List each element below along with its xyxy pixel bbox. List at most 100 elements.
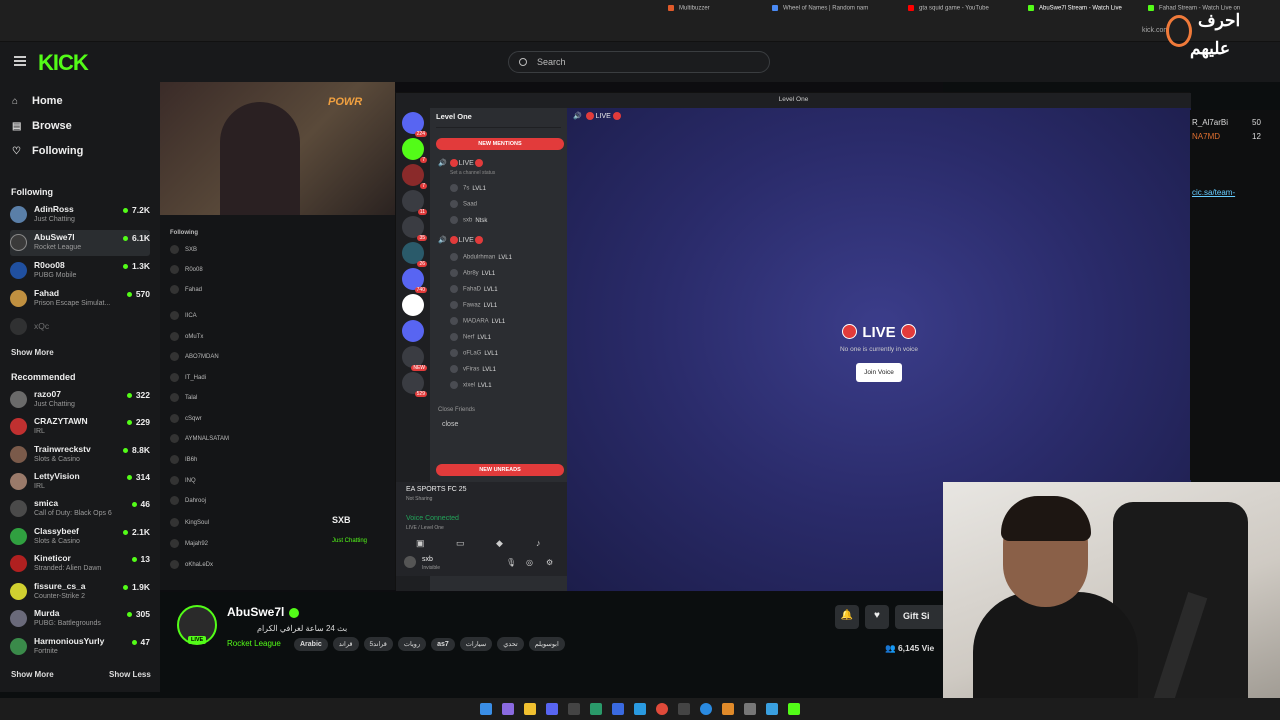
settings-icon[interactable] — [744, 703, 756, 715]
voice-user[interactable]: Saad — [450, 200, 480, 208]
chat-username[interactable]: R_Al7arBi — [1192, 118, 1228, 127]
show-more-recommended-button[interactable]: Show More — [11, 670, 54, 679]
chrome-icon[interactable] — [656, 703, 668, 715]
chat-username[interactable]: NA7MD — [1192, 132, 1220, 141]
voice-user[interactable]: vFiras LVL1 — [450, 365, 496, 373]
start-menu-icon[interactable] — [480, 703, 492, 715]
tag-pill[interactable]: as7 — [431, 638, 455, 651]
hamburger-menu-icon[interactable] — [14, 56, 26, 66]
tag-pill[interactable]: قراند5 — [363, 637, 393, 651]
voice-user[interactable]: Abdulrhman LVL1 — [450, 253, 512, 261]
taskbar-app-icon[interactable] — [568, 703, 580, 715]
microphone-icon[interactable]: 🎙 — [506, 558, 516, 567]
settings-gear-icon[interactable]: ⚙ — [546, 558, 553, 567]
sidebar-channel-trainwreckstv[interactable]: Trainwreckstv Slots & Casino 8.8K — [10, 442, 150, 468]
sidebar-channel-classybeef[interactable]: Classybeef Slots & Casino 2.1K — [10, 524, 150, 550]
voice-user[interactable]: MADARA LVL1 — [450, 317, 505, 325]
camera-icon[interactable]: ▣ — [416, 538, 425, 549]
show-more-following-button[interactable]: Show More — [11, 348, 54, 357]
taskbar-app-icon[interactable] — [766, 703, 778, 715]
server-icon[interactable] — [402, 294, 424, 316]
sidebar-channel-adinross[interactable]: AdinRoss Just Chatting 7.2K — [10, 202, 150, 228]
discord-taskbar-icon[interactable] — [546, 703, 558, 715]
voice-channel-live-2[interactable]: 🔊 LIVE — [438, 236, 484, 245]
voice-user[interactable]: FahaD LVL1 — [450, 285, 498, 293]
server-icon[interactable]: 26 — [402, 242, 427, 267]
voice-channel-close[interactable]: close — [442, 421, 458, 428]
new-unreads-badge[interactable]: NEW UNREADS — [436, 464, 564, 476]
taskbar-app-icon[interactable] — [502, 703, 514, 715]
browser-tab[interactable]: gta squid game - YouTube — [908, 5, 989, 12]
discord-home-icon[interactable]: 224 — [402, 112, 427, 137]
taskbar-app-icon[interactable] — [612, 703, 624, 715]
show-less-button[interactable]: Show Less — [109, 670, 151, 679]
tag-pill[interactable]: Arabic — [294, 638, 328, 651]
taskbar-app-icon[interactable] — [678, 703, 690, 715]
tag-pill[interactable]: رويات — [397, 637, 427, 651]
server-icon[interactable]: NEW — [402, 346, 427, 371]
server-icon[interactable]: 740 — [402, 268, 427, 293]
sidebar-channel-harmoniousyurly[interactable]: HarmoniousYurly Fortnite 47 — [10, 634, 150, 660]
tag-pill[interactable]: قراند — [332, 637, 359, 651]
tag-pill[interactable]: تحدي — [497, 637, 524, 651]
stream-category-link[interactable]: Rocket League — [227, 639, 281, 648]
sidebar-channel-crazytawn[interactable]: CRAZYTAWN IRL 229 — [10, 414, 150, 440]
new-mentions-badge[interactable]: NEW MENTIONS — [436, 138, 564, 150]
server-icon[interactable]: 7 — [402, 164, 427, 189]
join-voice-button[interactable]: Join Voice — [856, 363, 902, 382]
voice-user[interactable]: Nerf LVL1 — [450, 333, 491, 341]
voice-user[interactable]: Fawaz LVL1 — [450, 301, 497, 309]
taskbar-app-icon[interactable] — [634, 703, 646, 715]
browser-tab-active[interactable]: AbuSwe7l Stream - Watch Live — [1028, 5, 1122, 12]
category-close-friends[interactable]: Close Friends — [438, 407, 475, 413]
chat-link[interactable]: cic.sa/team- — [1192, 188, 1235, 197]
sidebar-channel-kineticor[interactable]: Kineticor Stranded: Alien Dawn 13 — [10, 551, 150, 577]
activity-icon[interactable]: ◆ — [496, 538, 503, 549]
voice-connected-status[interactable]: Voice Connected — [406, 515, 459, 522]
sidebar-channel-fahad[interactable]: Fahad Prison Escape Simulat... 570 — [10, 286, 150, 312]
sidebar-channel-lettyvision[interactable]: LettyVision IRL 314 — [10, 469, 150, 495]
sidebar-channel-r0oo08[interactable]: R0oo08 PUBG Mobile 1.3K — [10, 258, 150, 284]
voice-user[interactable]: oFLaG LVL1 — [450, 349, 498, 357]
server-icon[interactable]: 35 — [402, 216, 427, 241]
search-input[interactable]: Search — [508, 51, 770, 73]
address-bar[interactable]: kick.com — [0, 20, 1280, 42]
server-icon[interactable]: 529 — [402, 372, 427, 397]
user-avatar[interactable] — [404, 556, 416, 568]
server-icon[interactable]: 11 — [402, 190, 427, 215]
gift-subs-button[interactable]: Gift Si — [895, 605, 943, 629]
tag-pill[interactable]: ابوسويلم — [528, 637, 565, 651]
streamer-name[interactable]: AbuSwe7l — [227, 605, 300, 619]
screen-share-icon[interactable]: ▭ — [456, 538, 465, 549]
edge-icon[interactable] — [700, 703, 712, 715]
browser-tab[interactable]: Wheel of Names | Random nam — [772, 5, 868, 12]
follow-heart-icon[interactable]: ♥ — [865, 605, 889, 629]
server-name[interactable]: Level One — [436, 112, 561, 128]
sidebar-channel-smica[interactable]: smica Call of Duty: Black Ops 6 46 — [10, 496, 150, 522]
taskbar-app-icon[interactable] — [722, 703, 734, 715]
browser-tab[interactable]: Multibuzzer — [668, 5, 710, 12]
voice-channel-live-1[interactable]: 🔊 LIVE — [438, 159, 484, 168]
notification-bell-icon[interactable]: 🔔 — [835, 605, 859, 629]
tag-pill[interactable]: سيارات — [459, 637, 493, 651]
file-explorer-icon[interactable] — [524, 703, 536, 715]
channel-status[interactable]: Set a channel status — [450, 170, 495, 176]
taskbar-app-icon[interactable] — [590, 703, 602, 715]
nav-home[interactable]: ⌂ Home — [12, 95, 63, 107]
sidebar-channel-xqc[interactable]: xQc — [10, 314, 150, 340]
sidebar-channel-fissure[interactable]: fissure_cs_a Counter-Strike 2 1.9K — [10, 579, 150, 605]
sidebar-channel-abuswe7l[interactable]: AbuSwe7l Rocket League 6.1K — [10, 230, 150, 256]
voice-user[interactable]: 7s LVL1 — [450, 184, 486, 192]
server-icon[interactable]: 7 — [402, 138, 427, 163]
kick-logo[interactable]: KICK — [38, 50, 89, 76]
voice-user[interactable]: Abr8y LVL1 — [450, 269, 495, 277]
sidebar-channel-razo07[interactable]: razo07 Just Chatting 322 — [10, 387, 150, 413]
nav-browse[interactable]: ▤ Browse — [12, 120, 72, 132]
server-icon[interactable] — [402, 320, 424, 342]
soundboard-icon[interactable]: ♪ — [536, 538, 541, 548]
voice-user[interactable]: xixel LVL1 — [450, 381, 492, 389]
sidebar-channel-murda[interactable]: Murda PUBG: Battlegrounds 305 — [10, 606, 150, 632]
voice-user[interactable]: sxb Ntsk — [450, 216, 487, 224]
nav-following[interactable]: ♡ Following — [12, 145, 83, 157]
taskbar-app-icon[interactable] — [788, 703, 800, 715]
